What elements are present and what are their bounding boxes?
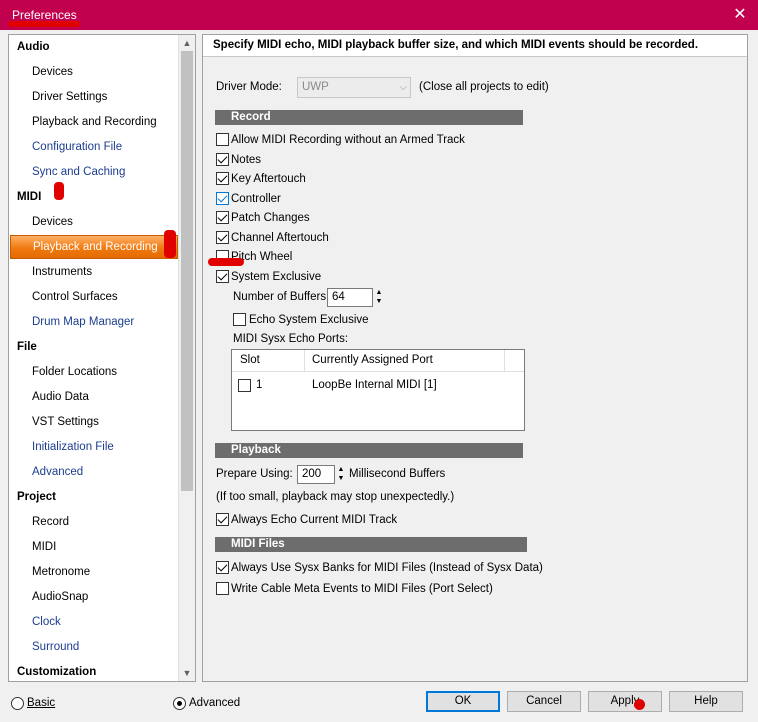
buffers-stepper[interactable]: ▲ ▼ xyxy=(374,288,384,307)
record-option-checkbox[interactable] xyxy=(216,133,229,146)
section-midi-files: MIDI Files xyxy=(215,537,527,552)
help-button[interactable]: Help xyxy=(669,691,743,712)
scrollbar-thumb[interactable] xyxy=(181,51,193,491)
record-option-label: System Exclusive xyxy=(231,270,322,283)
sidebar-item[interactable]: VST Settings xyxy=(32,411,99,433)
sidebar-category[interactable]: Audio xyxy=(17,36,50,58)
page-description: Specify MIDI echo, MIDI playback buffer … xyxy=(203,35,747,57)
annotation-mark xyxy=(208,258,244,266)
sidebar-scrollbar[interactable]: ▲ ▼ xyxy=(178,35,195,681)
sidebar-category[interactable]: MIDI xyxy=(17,186,41,208)
annotation-mark xyxy=(164,230,176,258)
annotation-mark xyxy=(634,699,645,710)
advanced-mode-radio[interactable] xyxy=(173,697,186,710)
sysex-echo-ports-list[interactable]: Slot Currently Assigned Port 1 LoopBe In… xyxy=(231,349,525,431)
sidebar-item[interactable]: Devices xyxy=(32,211,73,233)
record-option-label: Notes xyxy=(231,153,262,166)
sidebar-item[interactable]: Clock xyxy=(32,611,61,633)
title-bar: Preferences ✕ xyxy=(0,0,758,30)
section-playback: Playback xyxy=(215,443,523,458)
buffers-input[interactable]: 64 xyxy=(327,288,373,307)
spin-up-icon[interactable]: ▲ xyxy=(374,288,384,297)
record-option-checkbox[interactable] xyxy=(216,211,229,224)
spin-up-icon[interactable]: ▲ xyxy=(336,465,346,474)
record-option-label: Key Aftertouch xyxy=(231,173,306,185)
midi-file-option-checkbox[interactable] xyxy=(216,561,229,574)
section-record: Record xyxy=(215,110,523,125)
sidebar-category[interactable]: Customization xyxy=(17,661,96,681)
prepare-stepper[interactable]: ▲ ▼ xyxy=(336,465,346,484)
midi-file-option-label: Always Use Sysx Banks for MIDI Files (In… xyxy=(231,562,543,574)
advanced-mode-label[interactable]: Advanced xyxy=(189,697,240,709)
prepare-label: Prepare Using: xyxy=(216,468,293,480)
sidebar-item[interactable]: Devices xyxy=(32,61,73,83)
sidebar-item[interactable]: Playback and Recording xyxy=(32,111,157,133)
settings-panel: Specify MIDI echo, MIDI playback buffer … xyxy=(202,34,748,682)
midi-file-option-label: Write Cable Meta Events to MIDI Files (P… xyxy=(231,583,493,595)
sidebar-item[interactable]: Initialization File xyxy=(32,436,114,458)
basic-mode-radio[interactable] xyxy=(11,697,24,710)
spin-down-icon[interactable]: ▼ xyxy=(336,474,346,483)
midi-file-option-checkbox[interactable] xyxy=(216,582,229,595)
sidebar-item[interactable]: Audio Data xyxy=(32,386,89,408)
annotation-mark xyxy=(54,182,64,200)
sidebar-category[interactable]: Project xyxy=(17,486,56,508)
port-name: LoopBe Internal MIDI [1] xyxy=(312,379,437,391)
spin-down-icon[interactable]: ▼ xyxy=(374,297,384,306)
sidebar-item[interactable]: Drum Map Manager xyxy=(32,311,134,333)
sidebar-item[interactable]: MIDI xyxy=(32,536,56,558)
window-title: Preferences xyxy=(12,8,77,22)
always-echo-label: Always Echo Current MIDI Track xyxy=(231,514,398,526)
playback-hint: (If too small, playback may stop unexpec… xyxy=(216,491,455,503)
port-slot-checkbox[interactable] xyxy=(238,379,251,392)
sidebar-category[interactable]: File xyxy=(17,336,37,358)
annotation-mark xyxy=(8,21,80,27)
record-option-label: Channel Aftertouch xyxy=(231,231,329,244)
always-echo-checkbox[interactable] xyxy=(216,513,229,526)
chevron-down-icon: ⌵ xyxy=(399,82,407,93)
scroll-down-icon[interactable]: ▼ xyxy=(179,665,195,681)
cancel-button[interactable]: Cancel xyxy=(507,691,581,712)
basic-mode-label[interactable]: Basic xyxy=(27,697,55,709)
record-option-checkbox[interactable] xyxy=(216,191,229,205)
record-option-label: Controller xyxy=(231,192,281,205)
close-button[interactable]: ✕ xyxy=(722,0,758,30)
echo-sysex-checkbox[interactable] xyxy=(233,313,246,326)
preferences-tree: Audio Devices Driver Settings Playback and … xyxy=(8,34,196,682)
sidebar-item[interactable]: Instruments xyxy=(32,261,92,283)
column-slot[interactable]: Slot xyxy=(240,354,260,366)
driver-mode-select[interactable]: UWP ⌵ xyxy=(297,77,411,98)
prepare-unit: Millisecond Buffers xyxy=(349,468,446,480)
driver-mode-label: Driver Mode: xyxy=(216,81,282,93)
scroll-up-icon[interactable]: ▲ xyxy=(179,35,195,51)
sidebar-item[interactable]: Control Surfaces xyxy=(32,286,118,308)
sidebar-item[interactable]: Folder Locations xyxy=(32,361,117,383)
record-option-checkbox[interactable] xyxy=(216,152,229,166)
ok-button[interactable]: OK xyxy=(426,691,500,712)
sidebar-item[interactable]: AudioSnap xyxy=(32,586,88,608)
echo-ports-label: MIDI Sysx Echo Ports: xyxy=(233,333,349,345)
prepare-buffers-input[interactable]: 200 xyxy=(297,465,335,484)
list-header: Slot Currently Assigned Port xyxy=(232,350,524,372)
record-option-label: Allow MIDI Recording without an Armed Tr… xyxy=(231,134,465,146)
apply-button[interactable]: Apply xyxy=(588,691,662,712)
sidebar-item[interactable]: Playback and Recording xyxy=(10,235,178,259)
column-port[interactable]: Currently Assigned Port xyxy=(312,354,433,366)
sidebar-item[interactable]: Advanced xyxy=(32,461,83,483)
driver-mode-value: UWP xyxy=(302,81,329,93)
driver-mode-note: (Close all projects to edit) xyxy=(419,81,549,93)
sidebar-item[interactable]: Surround xyxy=(32,636,79,658)
record-option-checkbox[interactable] xyxy=(216,269,229,283)
record-option-checkbox[interactable] xyxy=(216,172,229,185)
echo-sysex-label: Echo System Exclusive xyxy=(249,314,369,326)
sidebar-item[interactable]: Record xyxy=(32,511,69,533)
sidebar-item[interactable]: Configuration File xyxy=(32,136,122,158)
port-slot: 1 xyxy=(256,379,263,391)
buffers-label: Number of Buffers: xyxy=(233,291,330,303)
record-option-label: Patch Changes xyxy=(231,212,310,224)
sidebar-item[interactable]: Metronome xyxy=(32,561,90,583)
record-option-checkbox[interactable] xyxy=(216,230,229,244)
sidebar-item[interactable]: Sync and Caching xyxy=(32,161,125,183)
sidebar-item[interactable]: Driver Settings xyxy=(32,86,107,108)
